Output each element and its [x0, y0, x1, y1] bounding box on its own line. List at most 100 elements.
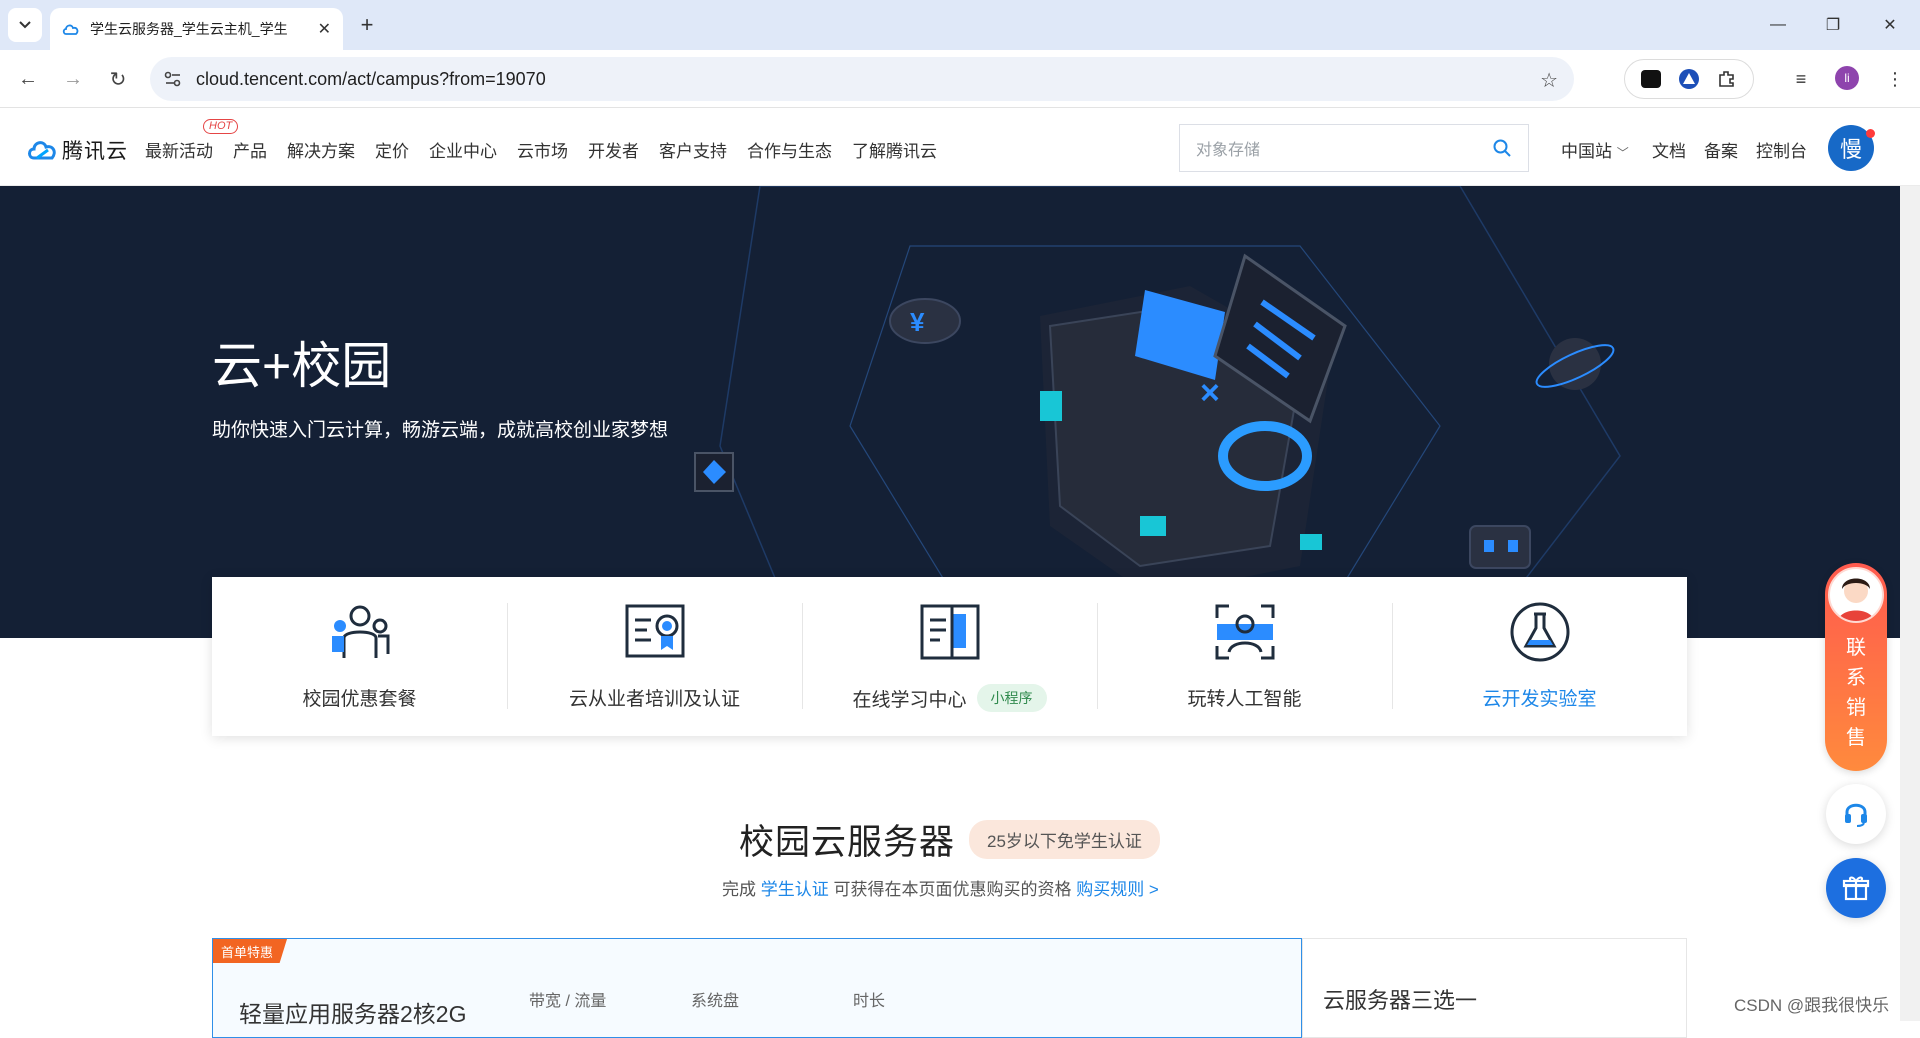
extension-glasses-icon[interactable] — [1641, 70, 1662, 88]
minimize-button[interactable]: — — [1758, 8, 1798, 42]
browser-profile-avatar[interactable]: li — [1835, 66, 1859, 90]
gift-button[interactable] — [1826, 858, 1886, 918]
bookmark-star-icon[interactable]: ☆ — [1540, 68, 1558, 93]
browser-tab-active[interactable]: 学生云服务器_学生云主机_学生 ✕ — [50, 8, 343, 50]
record-link[interactable]: 备案 — [1704, 137, 1738, 162]
nav-item-partners[interactable]: 合作与生态 — [747, 137, 832, 162]
contact-char: 销 — [1846, 697, 1866, 719]
contact-sales-label: 联 系 销 售 — [1825, 633, 1887, 753]
page-scrollbar[interactable] — [1900, 186, 1920, 1021]
reload-button[interactable]: ↻ — [102, 63, 134, 95]
tencent-cloud-logo[interactable]: 腾讯云 — [26, 135, 128, 165]
plan-name: 轻量应用服务器2核2G — [239, 1001, 467, 1027]
docs-link[interactable]: 文档 — [1652, 137, 1686, 162]
first-order-tag: 首单特惠 — [213, 939, 288, 963]
nav-item-products[interactable]: 产品 HOT — [203, 119, 267, 162]
contact-char: 售 — [1846, 727, 1866, 749]
site-search-input[interactable]: 对象存储 — [1179, 124, 1529, 172]
tencent-cloud-favicon-icon — [62, 24, 79, 35]
features-card: 校园优惠套餐 云从业者培训及认证 在线学习中心 小程序 玩转人工智能 云开发实验室 — [212, 577, 1687, 736]
url-text: cloud.tencent.com/act/campus?from=19070 — [196, 68, 546, 89]
forward-button[interactable]: → — [57, 63, 89, 95]
nav-item-developers[interactable]: 开发者 — [588, 137, 639, 162]
side-card-title: 云服务器三选一 — [1323, 988, 1478, 1013]
server-choice-card[interactable]: 云服务器三选一 — [1302, 938, 1687, 1038]
logo-text: 腾讯云 — [62, 140, 128, 163]
browser-tab-bar: 学生云服务器_学生云主机_学生 ✕ + — ❐ ✕ — [0, 0, 1920, 50]
site-header: 腾讯云 最新活动 产品 HOT 解决方案 定价 企业中心 云市场 开发者 客户支持… — [0, 109, 1920, 186]
campus-section-header: 校园云服务器 25岁以下免学生认证 — [739, 814, 1160, 865]
extension-triangle-icon[interactable] — [1678, 68, 1700, 90]
feature-cloud-dev-lab[interactable]: 云开发实验室 — [1392, 577, 1687, 736]
svg-text:¥: ¥ — [910, 307, 925, 337]
contact-sales-button[interactable]: 联 系 销 售 — [1825, 563, 1887, 771]
nav-item-enterprise-center[interactable]: 企业中心 — [429, 137, 497, 162]
console-link[interactable]: 控制台 — [1756, 137, 1807, 162]
gift-icon — [1842, 876, 1870, 901]
site-info-icon[interactable] — [164, 71, 182, 87]
browser-menu-icon[interactable]: ⋮ — [1880, 64, 1910, 94]
feature-label: 校园优惠套餐 — [302, 689, 417, 710]
feature-label: 云开发实验室 — [1482, 689, 1597, 710]
feature-label-row: 在线学习中心 小程序 — [852, 684, 1047, 712]
student-verify-link[interactable]: 学生认证 — [761, 880, 829, 899]
new-tab-button[interactable]: + — [352, 10, 382, 40]
region-selector[interactable]: 中国站 ﹀ — [1561, 137, 1629, 162]
nav-item-pricing[interactable]: 定价 — [375, 137, 409, 162]
customer-service-button[interactable] — [1826, 784, 1886, 844]
age-exemption-badge: 25岁以下免学生认证 — [969, 820, 1160, 859]
address-bar[interactable]: cloud.tencent.com/act/campus?from=19070 … — [150, 57, 1574, 101]
bandwidth-column-header: 带宽 / 流量 — [529, 993, 607, 1010]
contact-char: 系 — [1846, 667, 1866, 689]
browser-toolbar: ← → ↻ cloud.tencent.com/act/campus?from=… — [0, 50, 1920, 108]
feature-campus-package[interactable]: 校园优惠套餐 — [212, 577, 507, 736]
feature-cloud-training[interactable]: 云从业者培训及认证 — [507, 577, 802, 736]
hero-illustration: × ¥ — [694, 186, 1621, 638]
sales-agent-avatar — [1828, 567, 1884, 623]
feature-label: 玩转人工智能 — [1187, 689, 1302, 710]
system-disk-column-header: 系统盘 — [691, 993, 740, 1010]
sub-prefix: 完成 — [722, 880, 756, 899]
nav-item-about[interactable]: 了解腾讯云 — [852, 137, 937, 162]
restore-button[interactable]: ❐ — [1813, 8, 1853, 42]
nav-item-support[interactable]: 客户支持 — [659, 137, 727, 162]
purchase-rules-link[interactable]: 购买规则 > — [1076, 880, 1159, 899]
flask-icon — [1510, 602, 1569, 662]
mini-program-badge[interactable]: 小程序 — [976, 684, 1047, 712]
main-nav: 最新活动 产品 HOT 解决方案 定价 企业中心 云市场 开发者 客户支持 合作与… — [145, 119, 957, 162]
sub-middle: 可获得在本页面优惠购买的资格 — [833, 880, 1072, 899]
close-window-button[interactable]: ✕ — [1870, 8, 1910, 42]
nav-item-marketplace[interactable]: 云市场 — [517, 137, 568, 162]
chevron-down-icon: ﹀ — [1616, 146, 1629, 160]
face-scan-icon — [1215, 604, 1274, 660]
media-control-icon[interactable]: ≡ — [1786, 64, 1816, 94]
duration-column-header: 时长 — [853, 993, 886, 1010]
extensions-group — [1624, 59, 1754, 99]
feature-label: 云从业者培训及认证 — [568, 689, 740, 710]
feature-ai[interactable]: 玩转人工智能 — [1097, 577, 1392, 736]
nav-item-solutions[interactable]: 解决方案 — [287, 137, 355, 162]
back-button[interactable]: ← — [12, 63, 44, 95]
extensions-puzzle-icon[interactable] — [1717, 69, 1737, 89]
close-tab-icon[interactable]: ✕ — [318, 19, 331, 39]
nav-item-latest-activity[interactable]: 最新活动 — [145, 137, 213, 162]
tab-search-button[interactable] — [8, 8, 42, 42]
notification-dot — [1866, 129, 1875, 138]
csdn-watermark: CSDN @跟我很快乐 — [1734, 996, 1890, 1015]
hero-title: 云+校园 — [212, 338, 392, 394]
nav-item-products-label: 产品 — [233, 142, 267, 161]
cloud-logo-icon — [28, 141, 56, 160]
people-icon — [331, 605, 389, 658]
svg-text:×: × — [1200, 374, 1220, 412]
hero-subtitle: 助你快速入门云计算，畅游云端，成就高校创业家梦想 — [212, 420, 669, 441]
search-icon[interactable] — [1492, 138, 1512, 158]
feature-online-learning[interactable]: 在线学习中心 小程序 — [802, 577, 1097, 736]
tab-title: 学生云服务器_学生云主机_学生 — [90, 21, 288, 37]
hot-badge: HOT — [203, 119, 239, 134]
contact-char: 联 — [1846, 637, 1866, 659]
lighthouse-plan-card[interactable]: 首单特惠 轻量应用服务器2核2G 带宽 / 流量 系统盘 时长 — [212, 938, 1302, 1038]
hero-banner: × ¥ 云+校园 助你快速入门云计算，畅游云端，成就高校创业家梦想 — [0, 186, 1900, 638]
section-subtitle: 完成 学生认证 可获得在本页面优惠购买的资格 购买规则 > — [722, 875, 1159, 900]
search-placeholder: 对象存储 — [1196, 142, 1261, 159]
section-title: 校园云服务器 — [739, 823, 956, 862]
